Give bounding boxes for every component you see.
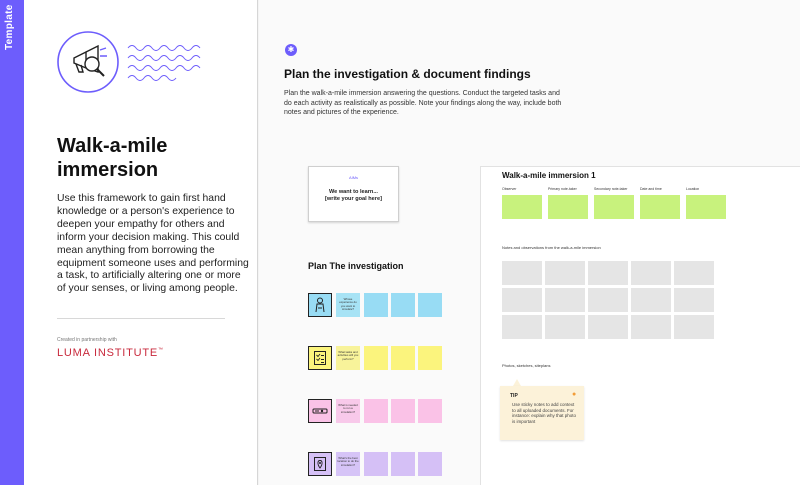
template-title: Walk-a-mile immersion	[57, 135, 168, 181]
sticky-note-green[interactable]	[548, 195, 588, 219]
sticky-note[interactable]	[364, 399, 388, 423]
board-canvas[interactable]: ✱ Plan the investigation & document find…	[259, 0, 800, 485]
plan-row-icon-card[interactable]	[308, 452, 332, 476]
sticky-note[interactable]	[364, 346, 388, 370]
template-strip: Template	[0, 0, 24, 485]
decorative-wave-icon	[127, 45, 201, 81]
sticky-note-gray[interactable]	[631, 261, 671, 285]
column-label-secondary-note-taker: Secondary note-taker	[594, 187, 628, 191]
sticky-note-green[interactable]	[686, 195, 726, 219]
photos-label: Photos, sketches, siteplans	[502, 363, 551, 368]
template-info-panel: Walk-a-mile immersion Use this framework…	[24, 0, 258, 485]
star-badge-icon: ✱	[285, 44, 297, 56]
sticky-note[interactable]	[418, 399, 442, 423]
sticky-note-gray[interactable]	[631, 288, 671, 312]
plan-row-tasks: What tasks and activities will you perfo…	[308, 346, 448, 370]
luma-logo-tm: ™	[158, 347, 164, 353]
plan-question-card[interactable]: What's the best location to do the simul…	[336, 452, 360, 476]
sticky-note[interactable]	[391, 293, 415, 317]
plan-row-whose: Whose experience do you want to simulate…	[308, 293, 448, 317]
plan-question-card[interactable]: Whose experience do you want to simulate…	[336, 293, 360, 317]
sticky-note-gray[interactable]	[674, 261, 714, 285]
plan-row-location: What's the best location to do the simul…	[308, 452, 448, 476]
sticky-note-gray[interactable]	[545, 288, 585, 312]
sticky-note-gray[interactable]	[674, 315, 714, 339]
sticky-note[interactable]	[364, 293, 388, 317]
person-icon	[315, 297, 325, 313]
sticky-note-gray[interactable]	[588, 288, 628, 312]
sticky-note[interactable]	[391, 399, 415, 423]
checklist-icon	[314, 351, 326, 365]
sticky-note-gray[interactable]	[545, 261, 585, 285]
board-heading: Plan the investigation & document findin…	[284, 67, 531, 81]
sticky-note[interactable]	[391, 452, 415, 476]
column-label-observer: Observer	[502, 187, 517, 191]
tip-text: Use sticky notes to add context to all u…	[512, 402, 577, 424]
luma-logo-text: LUMA INSTITUTE	[57, 347, 159, 359]
goal-aims-label: AIMs	[348, 175, 359, 180]
sticky-note[interactable]	[391, 346, 415, 370]
tip-notch	[513, 379, 521, 386]
goal-line-2: [write your goal here]	[325, 196, 382, 202]
sticky-note-gray[interactable]	[502, 288, 542, 312]
lightbulb-icon: ●	[572, 391, 577, 398]
tip-title: TIP	[510, 393, 518, 399]
sticky-note[interactable]	[418, 452, 442, 476]
tip-callout[interactable]: TIP ● Use sticky notes to add context to…	[500, 386, 584, 440]
megaphone-search-icon	[57, 31, 119, 93]
tools-icon	[312, 408, 328, 414]
sticky-note[interactable]	[364, 452, 388, 476]
template-description: Use this framework to gain first hand kn…	[57, 193, 249, 295]
column-label-location: Location	[686, 187, 700, 191]
notes-label: Notes and observations from the walk-a-m…	[502, 245, 601, 250]
plan-question-card[interactable]: What tasks and activities will you perfo…	[336, 346, 360, 370]
template-page: Template Walk-a-mile immersion Use this …	[0, 0, 800, 485]
sticky-note[interactable]	[418, 293, 442, 317]
plan-row-icon-card[interactable]	[308, 399, 332, 423]
location-icon	[314, 457, 326, 471]
plan-question-card[interactable]: What is needed to run a simulation?	[336, 399, 360, 423]
sticky-note[interactable]	[418, 346, 442, 370]
partner-caption: Created in partnership with	[57, 337, 117, 343]
sticky-note-green[interactable]	[594, 195, 634, 219]
goal-line-1: We want to learn...	[328, 189, 378, 195]
luma-logo[interactable]: LUMA INSTITUTE™	[57, 347, 164, 359]
plan-row-icon-card[interactable]	[308, 346, 332, 370]
sticky-note-gray[interactable]	[502, 315, 542, 339]
goal-text: We want to learn... [write your goal her…	[309, 189, 398, 203]
sticky-note-gray[interactable]	[674, 288, 714, 312]
sticky-note-gray[interactable]	[545, 315, 585, 339]
board-intro: Plan the walk-a-mile immersion answering…	[284, 90, 562, 116]
sticky-note-gray[interactable]	[631, 315, 671, 339]
sticky-note-gray[interactable]	[588, 315, 628, 339]
column-label-date-time: Date and time	[640, 187, 662, 191]
sticky-note-green[interactable]	[640, 195, 680, 219]
column-label-primary-note-taker: Primary note-taker	[548, 187, 577, 191]
plan-row-icon-card[interactable]	[308, 293, 332, 317]
plan-row-needed: What is needed to run a simulation?	[308, 399, 448, 423]
plan-title: Plan The investigation	[308, 261, 404, 271]
goal-card[interactable]: AIMs We want to learn... [write your goa…	[308, 166, 399, 222]
sticky-note-green[interactable]	[502, 195, 542, 219]
sticky-note-gray[interactable]	[588, 261, 628, 285]
sticky-note-gray[interactable]	[502, 261, 542, 285]
divider	[57, 318, 225, 319]
canvas-title: Walk-a-mile immersion 1	[502, 171, 596, 180]
template-label: Template	[4, 4, 15, 50]
